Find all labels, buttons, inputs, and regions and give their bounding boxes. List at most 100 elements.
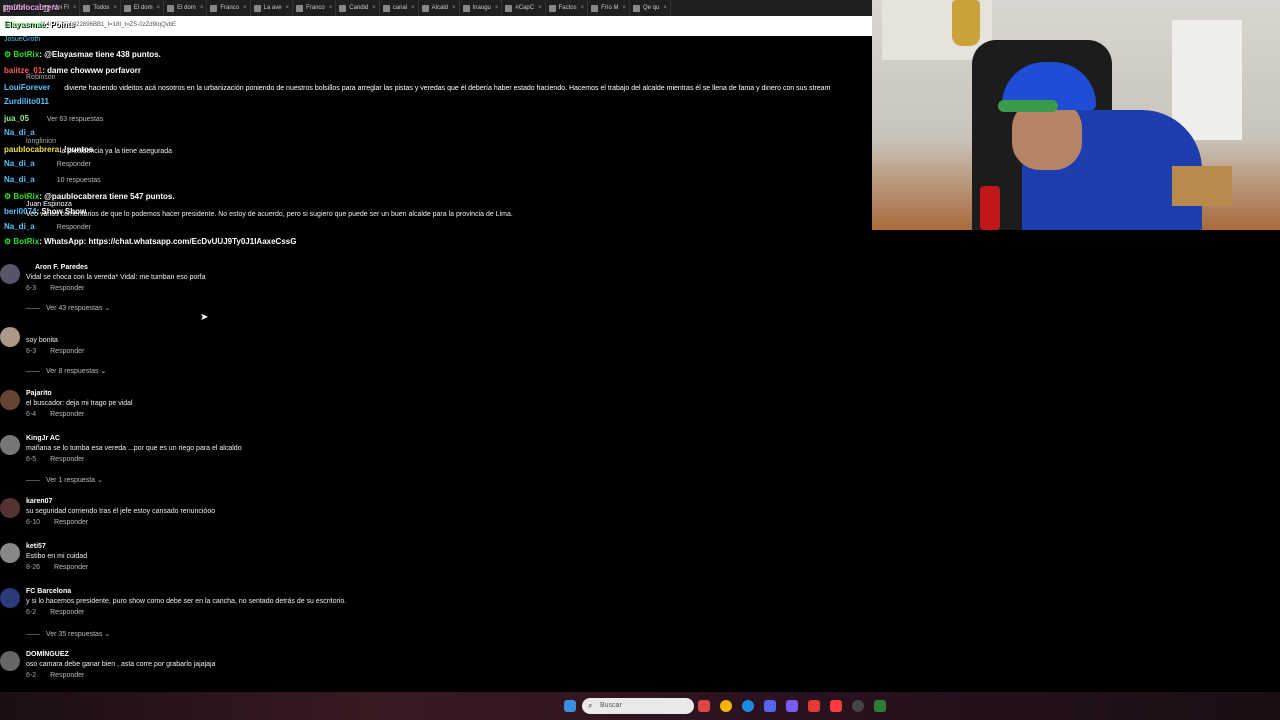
close-icon[interactable]: ×: [411, 5, 415, 11]
chrome-icon[interactable]: [720, 700, 732, 712]
close-icon[interactable]: ×: [372, 5, 376, 11]
app-icon[interactable]: [874, 700, 886, 712]
chat-line: paublocabrera: [4, 3, 59, 12]
close-icon[interactable]: ×: [329, 5, 333, 11]
chat-message: : dame chowww porfavorr: [42, 66, 141, 75]
replies-label: Ver 43 respuestas: [46, 305, 103, 312]
tab-8[interactable]: Candid ×: [336, 0, 380, 16]
close-icon[interactable]: ×: [452, 5, 456, 11]
windows-start-icon[interactable]: [564, 700, 576, 712]
tab-15[interactable]: Qe qu ×: [630, 0, 671, 16]
comment-author[interactable]: KingJr AC: [26, 435, 60, 442]
avatar[interactable]: [0, 651, 20, 671]
tab-6[interactable]: La ave ×: [251, 0, 294, 16]
comment-meta: 6-2 Responder: [26, 609, 84, 616]
brave-icon[interactable]: [808, 700, 820, 712]
avatar[interactable]: [0, 543, 20, 563]
avatar[interactable]: [0, 498, 20, 518]
reply-button[interactable]: Responder: [54, 519, 88, 526]
close-icon[interactable]: ×: [495, 5, 499, 11]
tab-5[interactable]: Franco ×: [207, 0, 251, 16]
comment-author[interactable]: DOMÍNGUEZ: [26, 651, 69, 658]
comment-author[interactable]: FC Barcelona: [26, 588, 71, 595]
tab-4[interactable]: El dom ×: [164, 0, 208, 16]
close-icon[interactable]: ×: [581, 5, 585, 11]
avatar[interactable]: [0, 264, 20, 284]
app-icon[interactable]: [786, 700, 798, 712]
app-icon[interactable]: [698, 700, 710, 712]
close-icon[interactable]: ×: [157, 5, 161, 11]
obs-icon[interactable]: [852, 700, 864, 712]
close-icon[interactable]: ×: [663, 5, 667, 11]
replies-label: Ver 8 respuestas: [46, 368, 99, 375]
tab-3[interactable]: El dom ×: [121, 0, 165, 16]
search-icon: ⌕: [588, 701, 593, 710]
reply-button[interactable]: Responder: [54, 564, 88, 571]
tab-10[interactable]: Alcald ×: [419, 0, 460, 16]
record-icon[interactable]: [830, 700, 842, 712]
close-icon[interactable]: ×: [243, 5, 247, 11]
show-replies-link[interactable]: 10 respuestas: [57, 177, 101, 184]
comment-author[interactable]: Aron F. Paredes: [35, 264, 88, 271]
comment-author[interactable]: keti57: [26, 543, 46, 550]
close-icon[interactable]: ×: [200, 5, 204, 11]
show-replies-link[interactable]: Ver 63 respuestas: [47, 116, 103, 123]
close-icon[interactable]: ×: [538, 5, 542, 11]
comment-author: Robinson: [26, 74, 56, 81]
tab-9[interactable]: canal ×: [380, 0, 419, 16]
replies-label: Ver 1 respuesta: [46, 477, 96, 484]
comment-date: 8-26: [26, 564, 41, 571]
chevron-down-icon: ⌄: [104, 305, 111, 312]
chat-username: BotRix: [13, 237, 40, 246]
tab-2[interactable]: Todos ×: [80, 0, 121, 16]
tab-13[interactable]: Factos ×: [546, 0, 589, 16]
chat-line: Na_di_a: [4, 128, 35, 137]
comment-author[interactable]: karen07: [26, 498, 52, 505]
comment-author[interactable]: Pajarito: [26, 390, 52, 397]
reply-button[interactable]: Responder: [50, 348, 84, 355]
show-replies-link[interactable]: Ver 43 respuestas ⌄: [26, 304, 110, 312]
close-icon[interactable]: ×: [73, 5, 77, 11]
comment-date: 6-3: [26, 285, 37, 292]
comment-date: 6-4: [26, 411, 37, 418]
chat-line: ⚙ BotRix: WhatsApp: https://chat.whatsap…: [4, 237, 296, 246]
reply-button[interactable]: Responder: [57, 161, 91, 168]
avatar[interactable]: [0, 588, 20, 608]
tab-7[interactable]: Franco ×: [293, 0, 337, 16]
discord-icon[interactable]: [764, 700, 776, 712]
avatar[interactable]: [0, 327, 20, 347]
comment-date: 6-3: [26, 348, 37, 355]
tab-label: Inaugu: [472, 5, 491, 11]
chat-username: Elayasmae: [4, 20, 46, 29]
comment-text: Vidal se choca con la vereda* Vidal: me …: [26, 274, 206, 281]
avatar[interactable]: [0, 435, 20, 455]
reply-button[interactable]: Responder: [50, 456, 84, 463]
reply-button[interactable]: Responder: [50, 672, 84, 679]
show-replies-link[interactable]: Ver 8 respuestas ⌄: [26, 367, 106, 375]
close-icon[interactable]: ×: [286, 5, 290, 11]
avatar[interactable]: [0, 390, 20, 410]
reply-button[interactable]: Responder: [57, 224, 91, 231]
tab-label: Todos: [93, 5, 110, 11]
taskbar-search[interactable]: ⌕ Buscar: [582, 698, 694, 714]
chevron-down-icon: ⌄: [96, 477, 103, 484]
chat-line: Na_di_a Responder: [4, 159, 91, 168]
comment-date: 6-2: [26, 672, 37, 679]
reply-button[interactable]: Responder: [50, 609, 84, 616]
comment-text: soy bonita: [26, 337, 58, 344]
close-icon[interactable]: ×: [113, 5, 117, 11]
chevron-down-icon: ⌄: [104, 631, 111, 638]
comment-meta: 6-5 Responder: [26, 456, 84, 463]
reply-button[interactable]: Responder: [50, 285, 84, 292]
close-icon[interactable]: ×: [622, 5, 626, 11]
tab-14[interactable]: Frío M ×: [588, 0, 630, 16]
edge-icon[interactable]: [742, 700, 754, 712]
tab-11[interactable]: Inaugu ×: [460, 0, 503, 16]
show-replies-link[interactable]: Ver 1 respuesta ⌄: [26, 476, 103, 484]
tab-favicon-icon: [167, 4, 175, 12]
tab-12[interactable]: #CapC ×: [502, 0, 546, 16]
reply-button[interactable]: Responder: [50, 411, 84, 418]
show-replies-link[interactable]: Ver 35 respuestas ⌄: [26, 630, 110, 638]
tab-favicon-icon: [421, 4, 429, 12]
address-bar[interactable]: 1148937336022896BB1_t=18t_t=ZS-0zZd9tqQv…: [0, 16, 872, 36]
